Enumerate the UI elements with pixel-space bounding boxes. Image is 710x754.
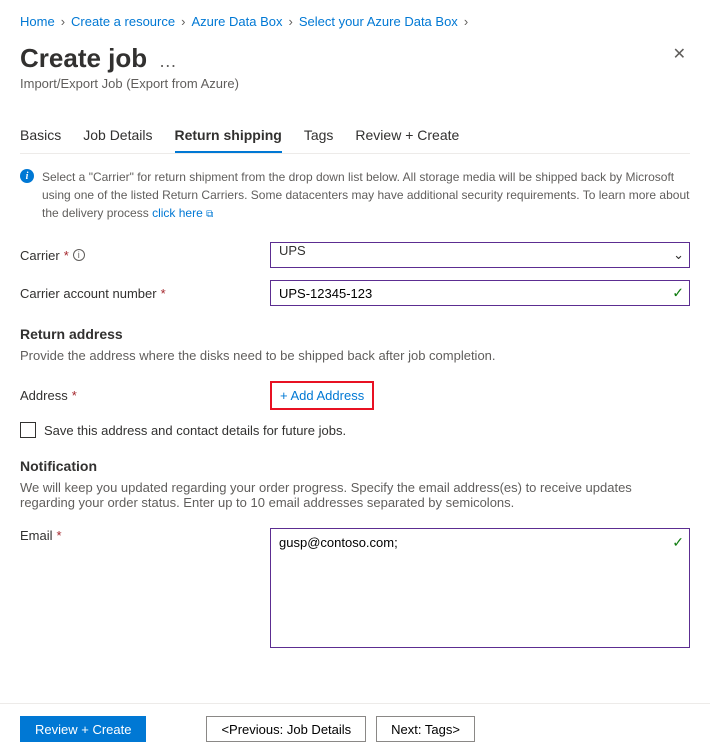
info-banner: i Select a "Carrier" for return shipment…: [20, 168, 690, 222]
address-label: Address*: [20, 388, 270, 403]
breadcrumb-home[interactable]: Home: [20, 14, 55, 29]
notification-desc: We will keep you updated regarding your …: [20, 480, 690, 510]
breadcrumb: Home › Create a resource › Azure Data Box ›…: [20, 14, 690, 29]
info-text: Select a "Carrier" for return shipment f…: [42, 170, 689, 220]
chevron-right-icon: ›: [181, 14, 185, 29]
more-icon[interactable]: …: [159, 51, 177, 71]
email-textarea[interactable]: [270, 528, 690, 648]
check-icon: ✓: [672, 285, 684, 302]
carrier-label: Carrier* i: [20, 248, 270, 263]
review-create-button[interactable]: Review + Create: [20, 716, 146, 742]
previous-button[interactable]: <Previous: Job Details: [206, 716, 366, 742]
check-icon: ✓: [672, 534, 684, 551]
return-address-desc: Provide the address where the disks need…: [20, 348, 690, 363]
chevron-right-icon: ›: [464, 14, 468, 29]
page-subtitle: Import/Export Job (Export from Azure): [20, 76, 690, 91]
notification-title: Notification: [20, 458, 690, 474]
page-title: Create job: [20, 43, 147, 73]
return-address-title: Return address: [20, 326, 690, 342]
breadcrumb-azure-data-box[interactable]: Azure Data Box: [191, 14, 282, 29]
close-icon[interactable]: ✕: [669, 43, 690, 67]
save-address-checkbox[interactable]: [20, 422, 36, 438]
add-address-highlight: + Add Address: [270, 381, 374, 410]
carrier-select[interactable]: UPS: [270, 242, 690, 268]
tab-review-create[interactable]: Review + Create: [355, 119, 459, 153]
save-address-label: Save this address and contact details fo…: [44, 423, 346, 438]
external-link-icon: ⧉: [206, 209, 213, 220]
breadcrumb-select-data-box[interactable]: Select your Azure Data Box: [299, 14, 458, 29]
tab-basics[interactable]: Basics: [20, 119, 61, 153]
carrier-account-input[interactable]: [270, 280, 690, 306]
add-address-link[interactable]: + Add Address: [272, 383, 372, 408]
chevron-right-icon: ›: [61, 14, 65, 29]
info-icon: i: [20, 169, 34, 183]
info-link[interactable]: click here ⧉: [152, 206, 213, 220]
breadcrumb-create-resource[interactable]: Create a resource: [71, 14, 175, 29]
carrier-account-label: Carrier account number*: [20, 286, 270, 301]
tab-return-shipping[interactable]: Return shipping: [175, 119, 282, 153]
tab-tags[interactable]: Tags: [304, 119, 334, 153]
next-button[interactable]: Next: Tags>: [376, 716, 475, 742]
footer-bar: Review + Create <Previous: Job Details N…: [0, 703, 710, 754]
email-label: Email*: [20, 528, 270, 543]
tab-job-details[interactable]: Job Details: [83, 119, 152, 153]
chevron-right-icon: ›: [288, 14, 292, 29]
info-hint-icon[interactable]: i: [73, 249, 85, 261]
tabs: Basics Job Details Return shipping Tags …: [20, 119, 690, 154]
